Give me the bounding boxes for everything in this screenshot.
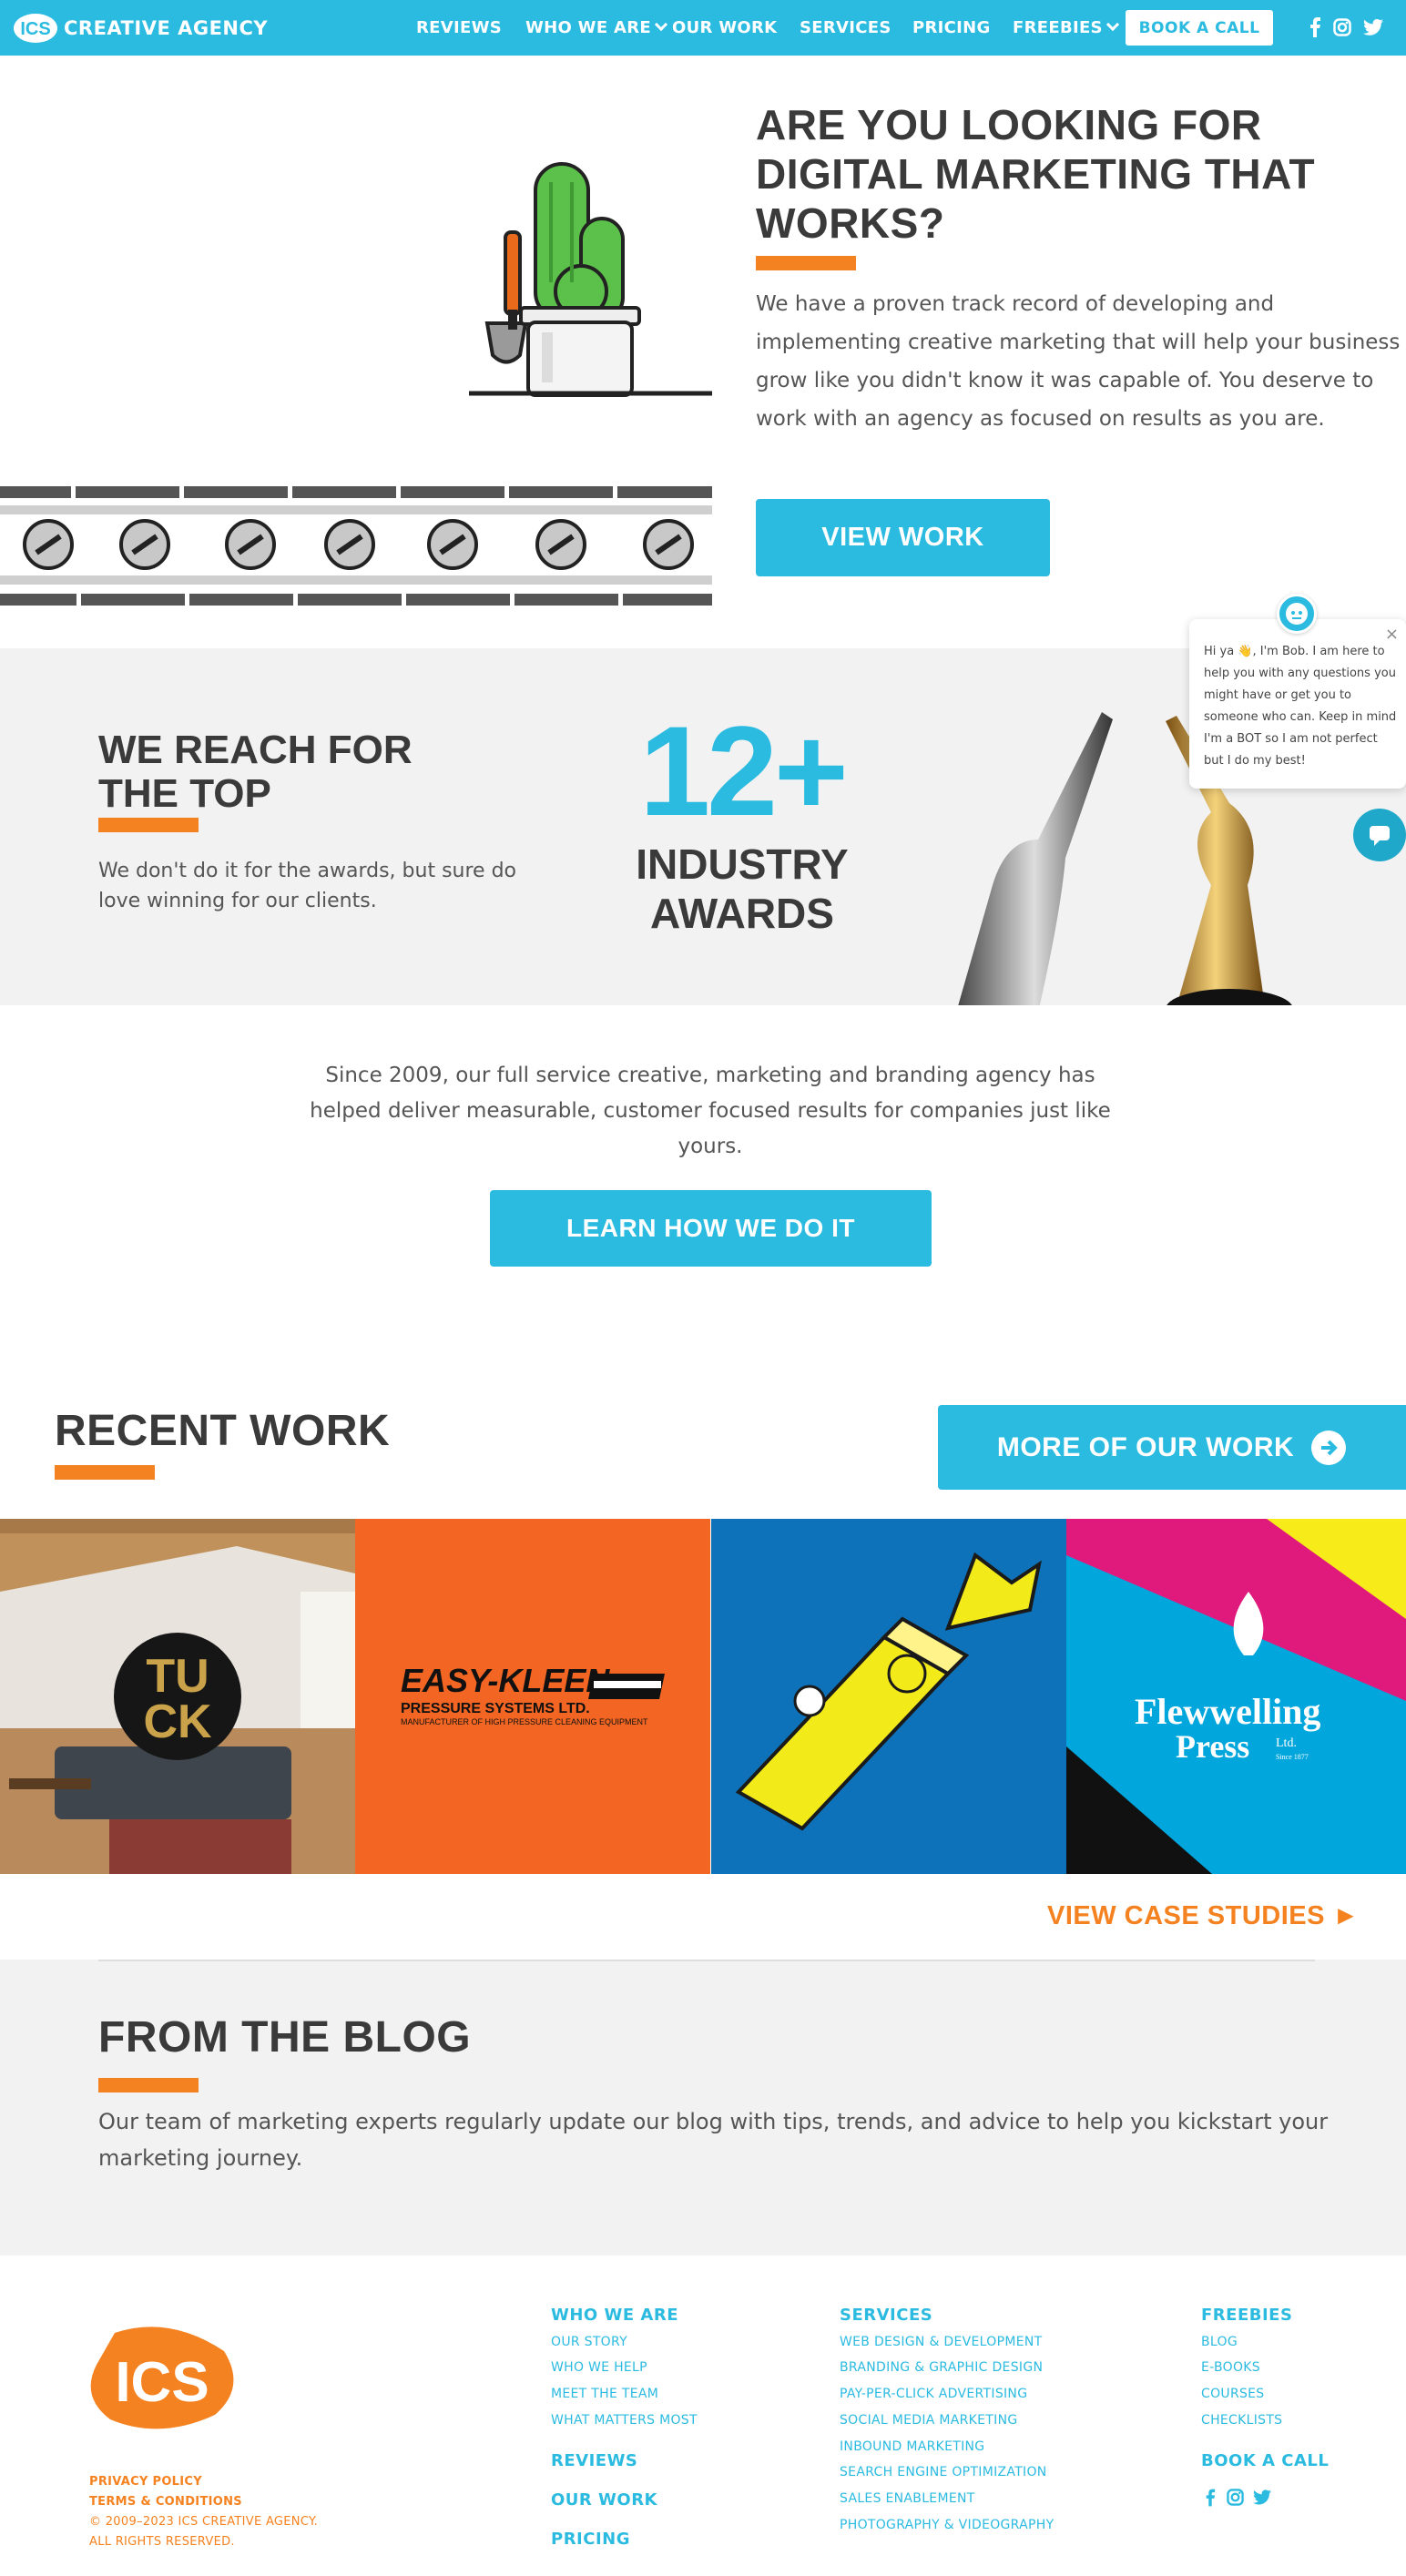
footer-sales-enablement[interactable]: SALES ENABLEMENT bbox=[840, 2491, 975, 2506]
twitter-icon[interactable] bbox=[1362, 16, 1384, 38]
privacy-policy-link[interactable]: PRIVACY POLICY bbox=[89, 2475, 202, 2489]
awards-label-line1: INDUSTRY bbox=[636, 840, 849, 888]
hero-accent-bar bbox=[756, 256, 856, 270]
recent-work-title: RECENT WORK bbox=[55, 1407, 391, 1455]
view-work-button[interactable]: VIEW WORK bbox=[756, 499, 1050, 576]
footer-facebook-icon[interactable] bbox=[1205, 2489, 1216, 2510]
instagram-icon[interactable] bbox=[1331, 16, 1353, 38]
footer-meet-the-team[interactable]: MEET THE TEAM bbox=[551, 2387, 658, 2401]
footer-ppc[interactable]: PAY-PER-CLICK ADVERTISING bbox=[840, 2387, 1027, 2401]
footer-reviews[interactable]: REVIEWS bbox=[551, 2451, 637, 2470]
learn-how-button[interactable]: LEARN HOW WE DO IT bbox=[490, 1190, 932, 1267]
agency-intro-text: Since 2009, our full service creative, m… bbox=[310, 1064, 1111, 1158]
footer-services[interactable]: SERVICES bbox=[840, 2306, 932, 2325]
top-nav: ICS CREATIVE AGENCY REVIEWS WHO WE ARE O… bbox=[0, 0, 1406, 56]
svg-text:EASY-KLEEN: EASY-KLEEN bbox=[401, 1662, 610, 1699]
work-tile-easy-kleen[interactable]: EASY-KLEEN PRESSURE SYSTEMS LTD. MANUFAC… bbox=[355, 1519, 710, 1874]
footer-inbound[interactable]: INBOUND MARKETING bbox=[840, 2439, 984, 2454]
svg-text:CK: CK bbox=[143, 1695, 212, 1748]
nav-pricing[interactable]: PRICING bbox=[912, 18, 991, 37]
facebook-icon[interactable] bbox=[1304, 16, 1326, 38]
hero-illustration bbox=[0, 146, 719, 614]
chat-launcher-button[interactable] bbox=[1353, 809, 1406, 861]
awards-count: 12+ bbox=[639, 699, 848, 842]
recent-work-accent-bar bbox=[55, 1465, 155, 1480]
chevron-down-icon bbox=[1105, 17, 1119, 32]
chat-bubble-icon bbox=[1370, 826, 1390, 846]
logo-text: CREATIVE AGENCY bbox=[64, 17, 269, 39]
more-work-label: MORE OF OUR WORK bbox=[996, 1431, 1295, 1462]
nav-services[interactable]: SERVICES bbox=[800, 18, 891, 37]
svg-text:ICS: ICS bbox=[115, 2351, 209, 2414]
footer-freebies[interactable]: FREEBIES bbox=[1201, 2306, 1292, 2325]
footer-pricing[interactable]: PRICING bbox=[551, 2530, 630, 2549]
footer-courses[interactable]: COURSES bbox=[1201, 2387, 1265, 2401]
hero-description: We have a proven track record of develop… bbox=[756, 292, 1401, 431]
work-tile-mascot[interactable] bbox=[711, 1519, 1066, 1874]
svg-text:Since 1877: Since 1877 bbox=[1276, 1753, 1309, 1761]
arrow-circle-icon bbox=[1311, 1430, 1347, 1465]
awards-accent-bar bbox=[98, 818, 199, 832]
footer-blog[interactable]: BLOG bbox=[1201, 2335, 1238, 2349]
nav-who-we-are-label: WHO WE ARE bbox=[525, 18, 651, 37]
svg-text:Flewwelling: Flewwelling bbox=[1135, 1691, 1320, 1732]
footer-book-a-call[interactable]: BOOK A CALL bbox=[1201, 2451, 1329, 2470]
chat-popup[interactable]: × Hi ya 👋, I'm Bob. I am here to help yo… bbox=[1189, 619, 1406, 789]
footer-who-we-help[interactable]: WHO WE HELP bbox=[551, 2360, 647, 2375]
work-tile-flewwelling[interactable]: Flewwelling Press Ltd. Since 1877 bbox=[1066, 1519, 1406, 1874]
footer-twitter-icon[interactable] bbox=[1253, 2489, 1271, 2509]
footer-ebooks[interactable]: E-BOOKS bbox=[1201, 2360, 1260, 2375]
terms-link[interactable]: TERMS & CONDITIONS bbox=[89, 2495, 242, 2509]
footer-web-design[interactable]: WEB DESIGN & DEVELOPMENT bbox=[840, 2335, 1042, 2349]
footer-social-media[interactable]: SOCIAL MEDIA MARKETING bbox=[840, 2413, 1018, 2428]
footer-our-story[interactable]: OUR STORY bbox=[551, 2335, 627, 2349]
svg-text:ICS: ICS bbox=[20, 19, 50, 39]
awards-title-line2: THE TOP bbox=[98, 771, 271, 816]
blog-title: FROM THE BLOG bbox=[98, 2013, 472, 2062]
awards-label-line2: AWARDS bbox=[650, 890, 834, 937]
nav-who-we-are[interactable]: WHO WE ARE bbox=[525, 17, 668, 37]
view-case-studies-link[interactable]: VIEW CASE STUDIES ► bbox=[1047, 1901, 1360, 1931]
awards-title: WE REACH FOR THE TOP bbox=[98, 728, 413, 816]
chat-bot-avatar bbox=[1277, 594, 1317, 634]
nav-reviews[interactable]: REVIEWS bbox=[416, 18, 502, 37]
copyright-text: © 2009–2023 ICS CREATIVE AGENCY. bbox=[89, 2515, 319, 2529]
chevron-down-icon bbox=[654, 17, 668, 32]
rights-text: ALL RIGHTS RESERVED. bbox=[89, 2535, 235, 2549]
chat-message: Hi ya 👋, I'm Bob. I am here to help you … bbox=[1204, 645, 1397, 768]
nav-freebies-label: FREEBIES bbox=[1013, 18, 1103, 37]
blog-section: FROM THE BLOG Our team of marketing expe… bbox=[0, 1960, 1406, 2255]
footer-instagram-icon[interactable] bbox=[1227, 2489, 1244, 2510]
nav-our-work[interactable]: OUR WORK bbox=[672, 18, 777, 37]
nav-freebies[interactable]: FREEBIES bbox=[1013, 17, 1119, 37]
blog-accent-bar bbox=[98, 2078, 199, 2092]
footer-our-work[interactable]: OUR WORK bbox=[551, 2490, 657, 2510]
book-a-call-button[interactable]: BOOK A CALL bbox=[1126, 10, 1273, 46]
ics-logo-icon: ICS bbox=[13, 12, 58, 45]
footer-checklists[interactable]: CHECKLISTS bbox=[1201, 2413, 1282, 2428]
footer-seo[interactable]: SEARCH ENGINE OPTIMIZATION bbox=[840, 2465, 1047, 2479]
footer-who-we-are[interactable]: WHO WE ARE bbox=[551, 2306, 678, 2325]
hero-title: ARE YOU LOOKING FOR DIGITAL MARKETING TH… bbox=[756, 101, 1316, 247]
svg-text:MANUFACTURER OF HIGH PRESSURE: MANUFACTURER OF HIGH PRESSURE CLEANING E… bbox=[401, 1717, 648, 1726]
svg-text:Press: Press bbox=[1176, 1728, 1249, 1765]
svg-text:Ltd.: Ltd. bbox=[1276, 1736, 1297, 1750]
site-logo[interactable]: ICS CREATIVE AGENCY bbox=[13, 12, 268, 45]
awards-label: INDUSTRY AWARDS bbox=[601, 840, 883, 938]
footer-what-matters[interactable]: WHAT MATTERS MOST bbox=[551, 2413, 698, 2428]
footer-branding[interactable]: BRANDING & GRAPHIC DESIGN bbox=[840, 2360, 1043, 2375]
divider bbox=[98, 1960, 1315, 1961]
more-work-button[interactable]: MORE OF OUR WORK bbox=[938, 1405, 1406, 1490]
awards-title-line1: WE REACH FOR bbox=[98, 728, 413, 772]
awards-description: We don't do it for the awards, but sure … bbox=[98, 860, 516, 912]
footer-logo[interactable]: ICS bbox=[87, 2324, 237, 2435]
footer-photography[interactable]: PHOTOGRAPHY & VIDEOGRAPHY bbox=[840, 2518, 1054, 2532]
svg-text:PRESSURE SYSTEMS LTD.: PRESSURE SYSTEMS LTD. bbox=[401, 1701, 590, 1716]
blog-description: Our team of marketing experts regularly … bbox=[98, 2109, 1329, 2171]
work-tile-tuck[interactable]: TU CK bbox=[0, 1519, 355, 1874]
